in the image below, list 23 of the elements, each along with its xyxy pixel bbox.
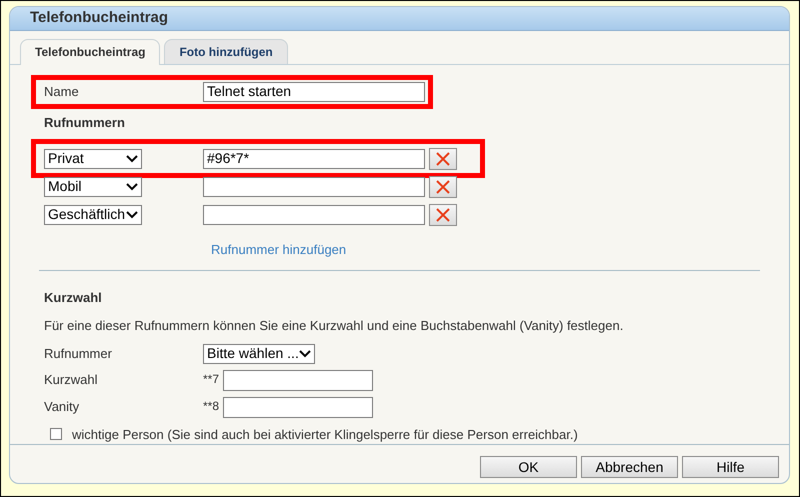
field-label: Kurzwahl [44,371,98,390]
input-field[interactable]: Telnet starten [203,82,425,102]
field-label: Name [44,82,80,101]
checkbox-label: wichtige Person (Sie sind auch bei aktivierter Klingelsperre für diese Person erreichbar.) [72,426,578,444]
field-label: Rufnummer [44,344,113,363]
description-text: Für eine dieser Rufnummern können Sie eine Kurzwahl und eine Buchstabenwahl (Vanity) festlegen. [44,317,624,335]
dialog-button[interactable]: Hilfe [682,456,779,478]
type-dropdown[interactable]: Mobil [44,176,142,196]
input-field[interactable]: #96*7* [203,148,425,168]
add-number-link[interactable]: Rufnummer hinzufügen [211,242,346,257]
tab[interactable]: Telefonbucheintrag [20,38,160,64]
tab[interactable]: Foto hinzufügen [164,38,288,64]
section-heading: Kurzwahl [44,288,103,306]
type-dropdown[interactable]: Geschäftlich [44,204,142,224]
dialog-button[interactable]: Abbrechen [581,456,678,478]
dialog-button[interactable]: OK [480,456,577,478]
window-title: Telefonbucheintrag [30,8,168,28]
type-dropdown[interactable]: Privat [44,148,142,168]
prefix-text: **7 [203,370,220,388]
prefix-text: **8 [203,398,220,414]
section-heading: Rufnummern [44,114,126,132]
field-label: Vanity [44,398,80,416]
number-dropdown[interactable]: Bitte wählen ... [203,344,315,364]
